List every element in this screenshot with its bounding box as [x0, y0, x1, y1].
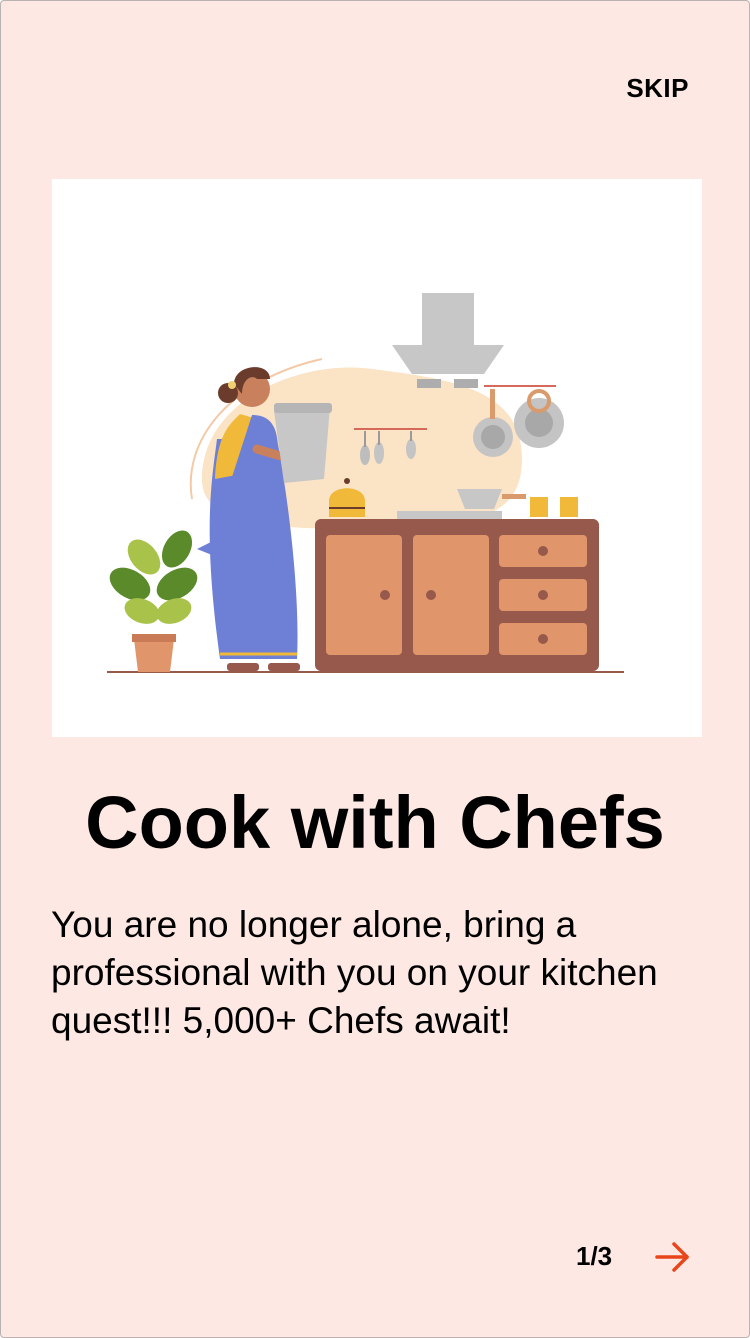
skip-button[interactable]: SKIP [626, 73, 689, 104]
page-title: Cook with Chefs [85, 781, 665, 864]
arrow-right-icon [655, 1242, 689, 1272]
onboarding-screen: SKIP Cook with Chefs You are no longer a… [0, 0, 750, 1338]
kitchen-illustration [52, 179, 702, 737]
page-indicator: 1/3 [576, 1241, 613, 1271]
page-description: You are no longer alone, bring a profess… [51, 904, 658, 1041]
next-button[interactable] [653, 1237, 693, 1277]
